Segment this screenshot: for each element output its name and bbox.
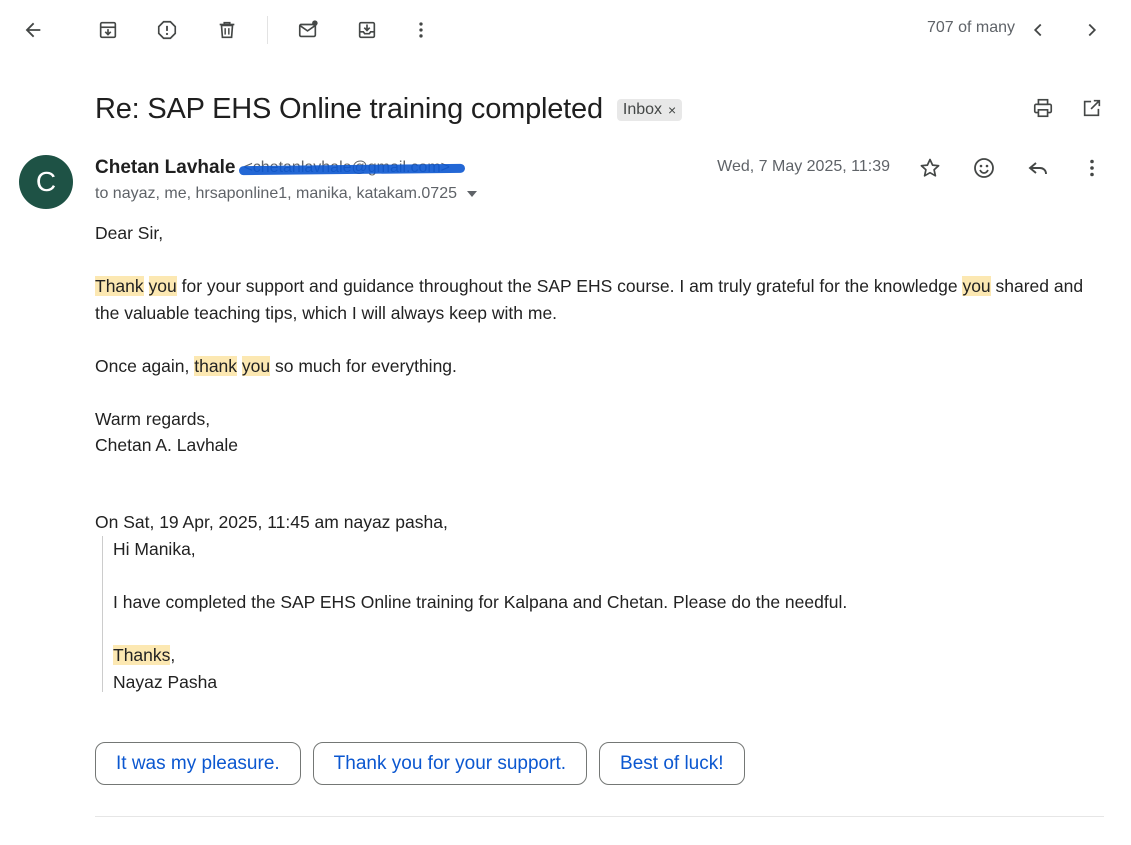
older-button[interactable] <box>1072 10 1112 50</box>
more-options-button[interactable] <box>401 10 441 50</box>
more-vert-icon <box>419 22 423 38</box>
comma: , <box>170 645 176 665</box>
arrow-back-icon <box>25 22 41 38</box>
sender-line: Chetan Lavhale <chetanlavhale@gmail.com> <box>95 156 466 180</box>
body-text: Once again, <box>95 355 195 376</box>
open-in-new-window-button[interactable] <box>1076 92 1108 124</box>
message-more-button[interactable] <box>1074 150 1110 186</box>
emoji-icon <box>974 158 994 178</box>
quoted-intro: On Sat, 19 Apr, 2025, 11:45 am nayaz pas… <box>95 512 448 532</box>
mark-unread-button[interactable] <box>288 10 328 50</box>
quoted-greeting: Hi Manika, <box>113 539 196 559</box>
label-text: Inbox <box>622 101 663 118</box>
sender-email: <chetanlavhale@gmail.com> <box>239 159 466 177</box>
quoted-thanks-line: Thanks, <box>113 642 1002 669</box>
remove-label-icon[interactable]: × <box>668 102 676 118</box>
delete-button[interactable] <box>207 10 247 50</box>
archive-icon <box>99 21 117 39</box>
reply-icon <box>1028 162 1047 175</box>
toolbar-divider <box>267 16 268 44</box>
body-paragraph-1: Thank you for your support and guidance … <box>95 273 1100 326</box>
quoted-signature: Nayaz Pasha <box>113 671 218 692</box>
star-icon <box>920 158 940 177</box>
email-body: Dear Sir, Thank you for your support and… <box>95 220 1100 459</box>
newer-button[interactable] <box>1018 10 1058 50</box>
body-signature: Chetan A. Lavhale <box>95 435 239 455</box>
more-vert-icon <box>1090 159 1094 177</box>
show-details-caret-icon[interactable] <box>466 191 477 197</box>
search-highlight: you <box>962 276 991 296</box>
chevron-right-icon <box>1088 23 1097 37</box>
move-to-icon <box>358 21 376 39</box>
sender-name[interactable]: Chetan Lavhale <box>95 157 235 179</box>
chevron-left-icon <box>1033 23 1042 37</box>
message-count: 707 of many <box>926 19 1015 36</box>
move-to-button[interactable] <box>347 10 387 50</box>
report-spam-button[interactable] <box>147 10 187 50</box>
search-highlight: Thank <box>95 276 144 296</box>
body-text: so much for everything. <box>270 355 457 376</box>
search-highlight: thank <box>194 355 238 376</box>
subject-row: Re: SAP EHS Online training completed In… <box>95 88 683 130</box>
back-button[interactable] <box>13 10 53 50</box>
email-subject: Re: SAP EHS Online training completed <box>95 92 603 125</box>
body-paragraph-2: Once again, thank you so much for everyt… <box>95 353 1100 380</box>
smart-reply-button[interactable]: It was my pleasure. <box>95 742 301 785</box>
smart-reply-button[interactable]: Thank you for your support. <box>312 742 588 785</box>
email-date: Wed, 7 May 2025, 11:39 <box>717 158 890 175</box>
sender-avatar[interactable]: C <box>19 155 73 209</box>
recipients-text: to nayaz, me, hrsaponline1, manika, kata… <box>95 185 457 202</box>
archive-button[interactable] <box>88 10 128 50</box>
recipients-line: to nayaz, me, hrsaponline1, manika, kata… <box>95 185 477 203</box>
add-reaction-button[interactable] <box>966 150 1002 186</box>
toolbar: 707 of many <box>0 0 1131 60</box>
report-spam-icon <box>157 20 177 40</box>
inbox-label-chip[interactable]: Inbox × <box>616 99 683 121</box>
body-text: for your support and guidance throughout… <box>176 276 963 296</box>
bottom-divider <box>95 816 1104 817</box>
body-greeting: Dear Sir, <box>95 223 164 243</box>
body-closing: Warm regards, <box>95 408 211 429</box>
search-highlight: you <box>148 276 177 296</box>
open-in-new-icon <box>1083 99 1101 117</box>
star-button[interactable] <box>912 150 948 186</box>
quoted-text: I have completed the SAP EHS Online trai… <box>113 592 848 612</box>
print-icon <box>1033 98 1053 118</box>
reply-button[interactable] <box>1020 150 1056 186</box>
smart-replies: It was my pleasure. Thank you for your s… <box>95 742 745 785</box>
trash-icon <box>219 21 235 39</box>
search-highlight: you <box>241 355 271 376</box>
mark-unread-icon <box>298 20 318 38</box>
quoted-message: Hi Manika, I have completed the SAP EHS … <box>102 536 1002 692</box>
print-button[interactable] <box>1027 92 1059 124</box>
search-highlight: Thanks <box>113 645 171 665</box>
smart-reply-button[interactable]: Best of luck! <box>599 742 745 785</box>
